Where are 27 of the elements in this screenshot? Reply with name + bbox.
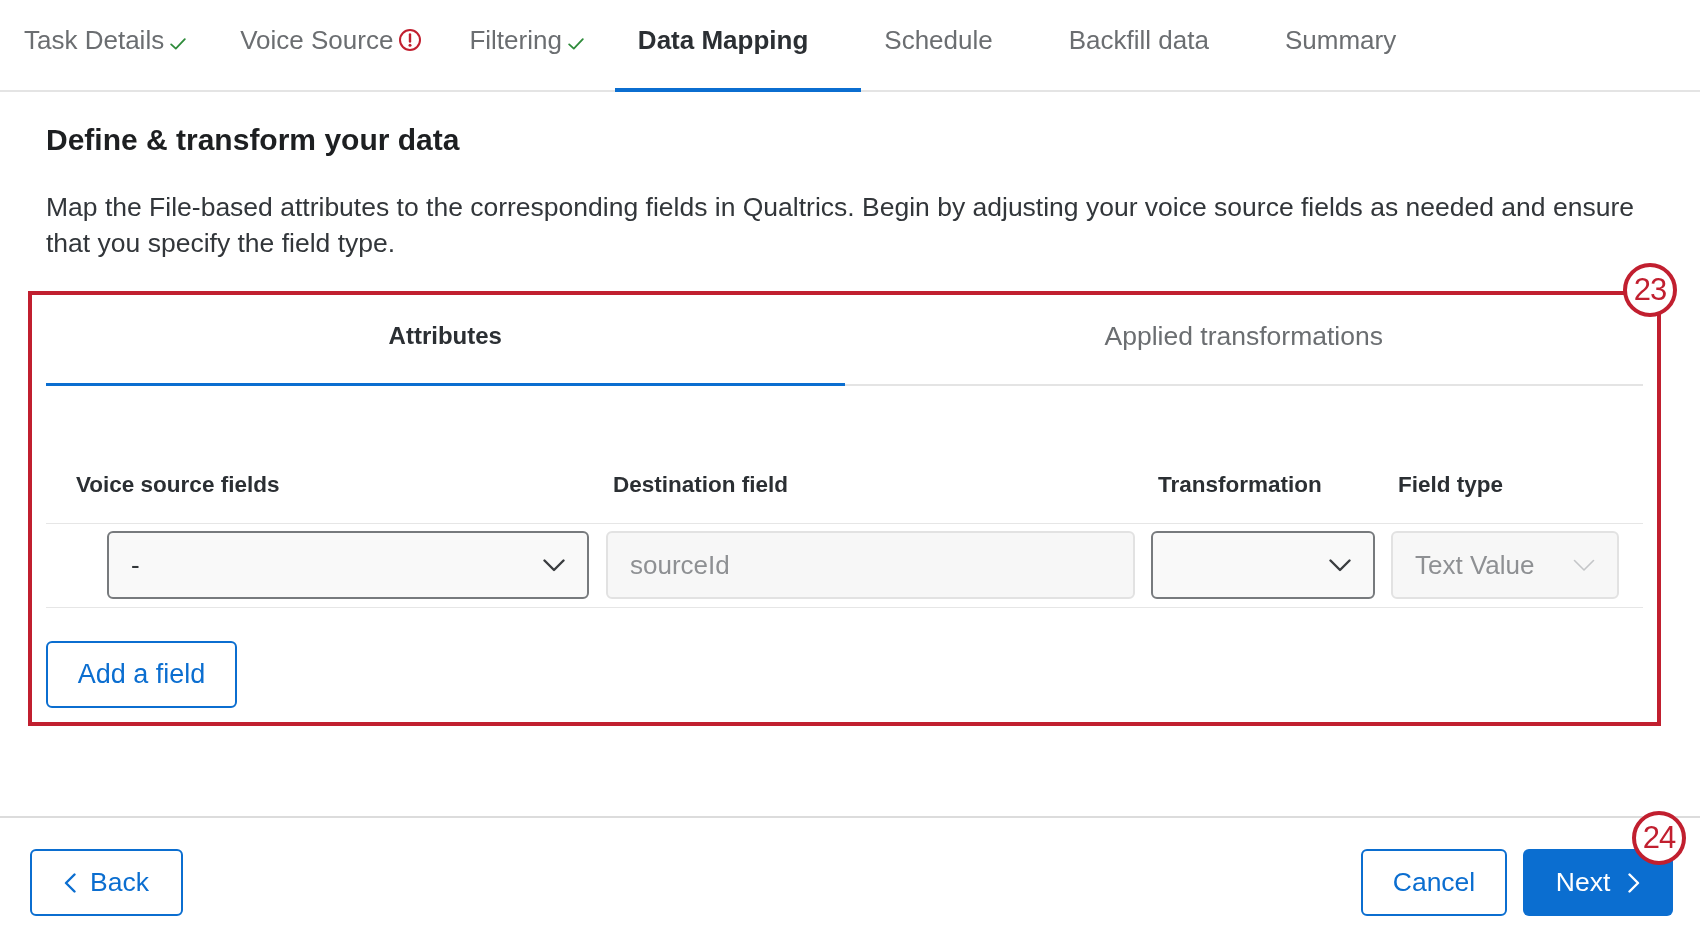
step-tab[interactable]: Backfill data xyxy=(1045,0,1262,92)
column-header: Transformation xyxy=(1157,471,1323,499)
step-tab[interactable]: Task Details xyxy=(1,0,218,92)
cancel-button[interactable]: Cancel xyxy=(1361,849,1507,916)
column-header: Voice source fields xyxy=(75,471,281,499)
chevron-right-icon xyxy=(1628,872,1641,893)
chevron-down-icon xyxy=(543,558,565,572)
chevron-left-icon xyxy=(64,872,77,893)
description-text: Map the File-based attributes to the corresponding fields in Qualtrics. Begin by adjusting your voice source fields as needed and ensure that you specify the field type. xyxy=(46,191,1635,260)
add-field-button[interactable]: Add a field xyxy=(46,641,237,708)
dropdown-field[interactable]: - xyxy=(107,531,589,599)
callout-badge: 23 xyxy=(1623,263,1677,317)
column-header: Destination field xyxy=(612,471,789,499)
step-tab[interactable]: Data Mapping xyxy=(614,0,862,92)
chevron-down-icon xyxy=(1573,558,1595,572)
callout-badge: 24 xyxy=(1632,811,1686,865)
chevron-down-icon xyxy=(1329,558,1351,572)
step-tab[interactable]: Voice Source xyxy=(217,0,447,92)
panel-tab[interactable]: Attributes xyxy=(46,295,845,386)
back-button[interactable]: Back xyxy=(30,849,183,916)
step-tab[interactable]: Summary xyxy=(1261,0,1450,92)
column-header: Field type xyxy=(1397,471,1505,499)
step-tab[interactable]: Filtering xyxy=(446,0,615,92)
next-button[interactable]: Next xyxy=(1523,849,1673,916)
page-heading: Define & transform your data xyxy=(46,123,461,157)
step-tab[interactable]: Schedule xyxy=(861,0,1046,92)
dropdown-field[interactable] xyxy=(1151,531,1375,599)
